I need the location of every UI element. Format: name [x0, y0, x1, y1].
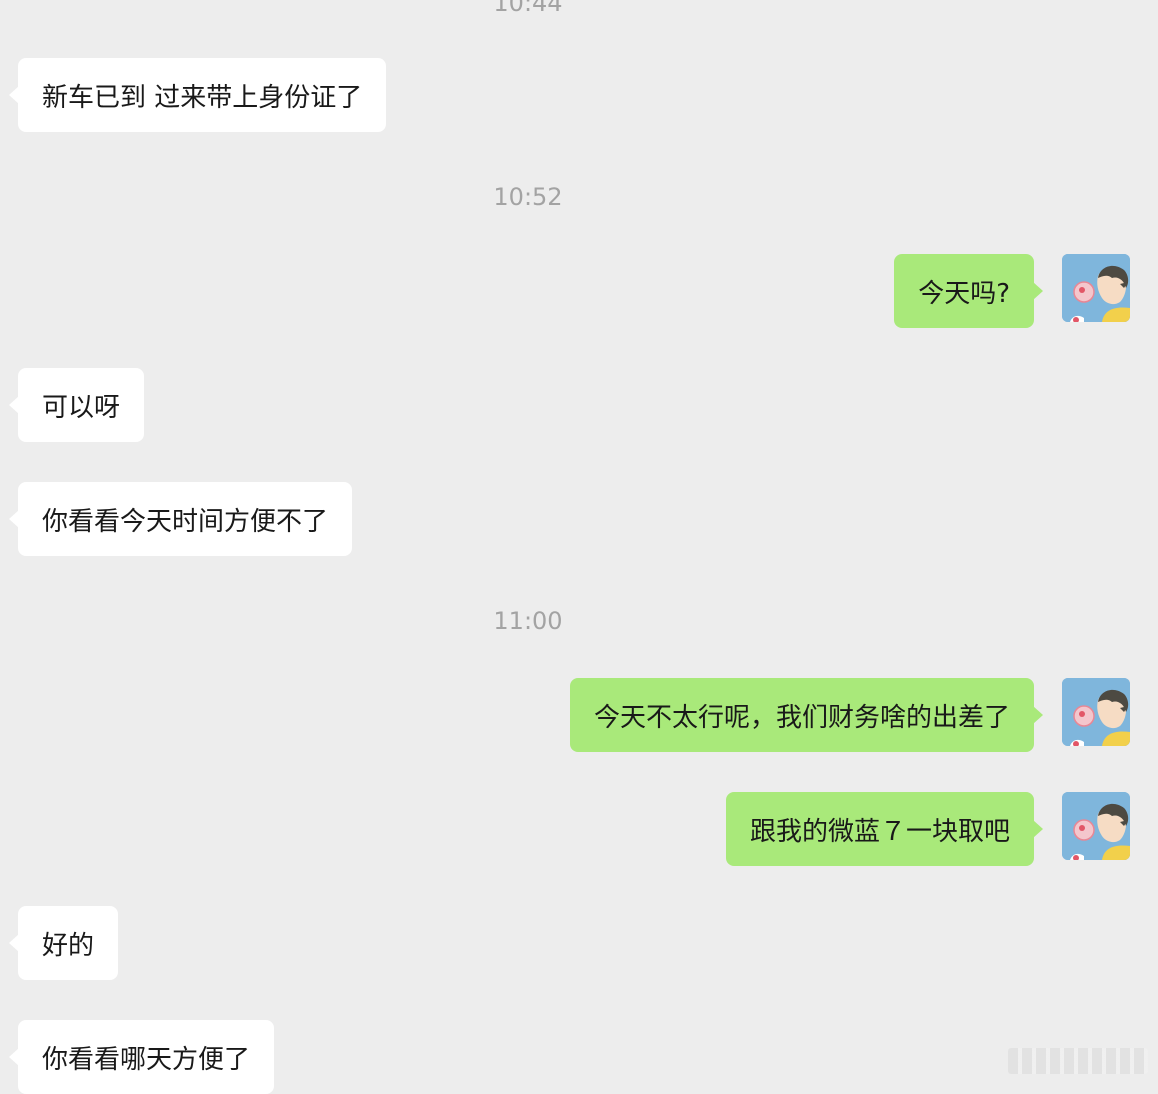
- message-text: 好的: [42, 930, 95, 961]
- incoming-message-bubble[interactable]: 你看看哪天方便了: [8, 1020, 275, 1094]
- avatar-boy-bubblegum-icon[interactable]: [1062, 678, 1130, 746]
- timestamp-1044: 10:44: [493, 0, 563, 17]
- message-text: 今天吗?: [918, 278, 1010, 309]
- avatar-boy-bubblegum-icon[interactable]: [1062, 792, 1130, 860]
- outgoing-message-bubble[interactable]: 跟我的微蓝７一块取吧: [725, 792, 1044, 866]
- incoming-message-bubble[interactable]: 你看看今天时间方便不了: [8, 482, 353, 556]
- incoming-message-bubble[interactable]: 新车已到 过来带上身份证了: [8, 58, 387, 132]
- message-text: 可以呀: [42, 392, 121, 423]
- timestamp-1052: 10:52: [493, 183, 563, 211]
- message-text: 你看看哪天方便了: [42, 1044, 251, 1075]
- incoming-message-bubble[interactable]: 好的: [8, 906, 119, 980]
- outgoing-message-bubble[interactable]: 今天不太行呢，我们财务啥的出差了: [569, 678, 1044, 752]
- incoming-message-bubble[interactable]: 可以呀: [8, 368, 145, 442]
- avatar-boy-bubblegum-icon[interactable]: [1062, 254, 1130, 322]
- message-text: 跟我的微蓝７一块取吧: [749, 816, 1010, 847]
- message-text: 你看看今天时间方便不了: [42, 506, 329, 537]
- watermark: [1008, 1048, 1148, 1074]
- message-text: 新车已到 过来带上身份证了: [42, 82, 363, 113]
- message-text: 今天不太行呢，我们财务啥的出差了: [593, 702, 1010, 733]
- outgoing-message-bubble[interactable]: 今天吗?: [894, 254, 1043, 328]
- timestamp-1100: 11:00: [493, 607, 563, 635]
